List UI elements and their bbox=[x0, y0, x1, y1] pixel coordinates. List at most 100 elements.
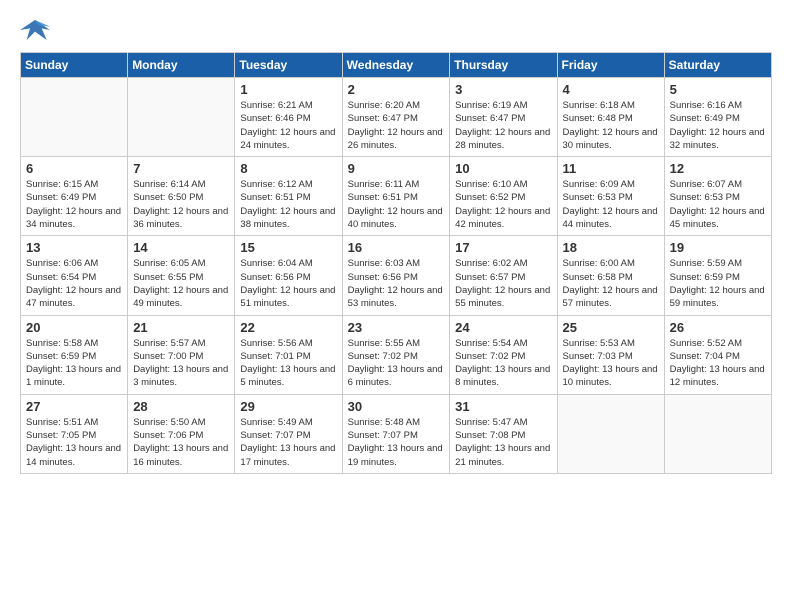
calendar-header-row: SundayMondayTuesdayWednesdayThursdayFrid… bbox=[21, 53, 772, 78]
calendar-cell: 23 Sunrise: 5:55 AMSunset: 7:02 PMDayligh… bbox=[342, 315, 450, 394]
cell-info: Sunrise: 6:19 AMSunset: 6:47 PMDaylight:… bbox=[455, 99, 551, 152]
cell-info: Sunrise: 6:03 AMSunset: 6:56 PMDaylight:… bbox=[348, 257, 445, 310]
day-number: 14 bbox=[133, 240, 229, 255]
calendar-cell: 29 Sunrise: 5:49 AMSunset: 7:07 PMDayligh… bbox=[235, 394, 342, 473]
day-number: 28 bbox=[133, 399, 229, 414]
calendar-cell: 26Sunrise: 5:52 AMSunset: 7:04 PMDayligh… bbox=[664, 315, 771, 394]
cell-info: Sunrise: 5:55 AMSunset: 7:02 PMDaylight:… bbox=[348, 337, 445, 390]
day-number: 9 bbox=[348, 161, 445, 176]
day-number: 31 bbox=[455, 399, 551, 414]
calendar-cell bbox=[664, 394, 771, 473]
calendar-cell: 31 Sunrise: 5:47 AMSunset: 7:08 PMDayligh… bbox=[450, 394, 557, 473]
day-number: 4 bbox=[563, 82, 659, 97]
column-header-wednesday: Wednesday bbox=[342, 53, 450, 78]
cell-info: Sunrise: 6:14 AMSunset: 6:50 PMDaylight:… bbox=[133, 178, 229, 231]
day-number: 5 bbox=[670, 82, 766, 97]
calendar-cell: 11 Sunrise: 6:09 AMSunset: 6:53 PMDayligh… bbox=[557, 157, 664, 236]
day-number: 18 bbox=[563, 240, 659, 255]
header bbox=[20, 16, 772, 44]
cell-info: Sunrise: 6:21 AMSunset: 6:46 PMDaylight:… bbox=[240, 99, 336, 152]
column-header-tuesday: Tuesday bbox=[235, 53, 342, 78]
day-number: 21 bbox=[133, 320, 229, 335]
calendar-cell: 27 Sunrise: 5:51 AMSunset: 7:05 PMDayligh… bbox=[21, 394, 128, 473]
column-header-saturday: Saturday bbox=[664, 53, 771, 78]
cell-info: Sunrise: 5:58 AMSunset: 6:59 PMDaylight:… bbox=[26, 337, 122, 390]
cell-info: Sunrise: 6:02 AMSunset: 6:57 PMDaylight:… bbox=[455, 257, 551, 310]
logo-bird-icon bbox=[20, 16, 50, 44]
calendar-cell: 30 Sunrise: 5:48 AMSunset: 7:07 PMDayligh… bbox=[342, 394, 450, 473]
calendar-cell: 20 Sunrise: 5:58 AMSunset: 6:59 PMDayligh… bbox=[21, 315, 128, 394]
calendar-cell bbox=[21, 78, 128, 157]
calendar-week-row: 13 Sunrise: 6:06 AMSunset: 6:54 PMDayligh… bbox=[21, 236, 772, 315]
calendar-cell: 2 Sunrise: 6:20 AMSunset: 6:47 PMDaylight… bbox=[342, 78, 450, 157]
cell-info: Sunrise: 5:59 AMSunset: 6:59 PMDaylight:… bbox=[670, 257, 766, 310]
calendar-cell: 18 Sunrise: 6:00 AMSunset: 6:58 PMDayligh… bbox=[557, 236, 664, 315]
cell-info: Sunrise: 6:06 AMSunset: 6:54 PMDaylight:… bbox=[26, 257, 122, 310]
calendar-cell: 4 Sunrise: 6:18 AMSunset: 6:48 PMDaylight… bbox=[557, 78, 664, 157]
cell-info: Sunrise: 5:53 AMSunset: 7:03 PMDaylight:… bbox=[563, 337, 659, 390]
calendar-cell: 6 Sunrise: 6:15 AMSunset: 6:49 PMDaylight… bbox=[21, 157, 128, 236]
column-header-monday: Monday bbox=[128, 53, 235, 78]
day-number: 6 bbox=[26, 161, 122, 176]
cell-info: Sunrise: 5:50 AMSunset: 7:06 PMDaylight:… bbox=[133, 416, 229, 469]
cell-info: Sunrise: 5:47 AMSunset: 7:08 PMDaylight:… bbox=[455, 416, 551, 469]
cell-info: Sunrise: 5:49 AMSunset: 7:07 PMDaylight:… bbox=[240, 416, 336, 469]
cell-info: Sunrise: 6:04 AMSunset: 6:56 PMDaylight:… bbox=[240, 257, 336, 310]
calendar-cell: 14Sunrise: 6:05 AMSunset: 6:55 PMDayligh… bbox=[128, 236, 235, 315]
day-number: 2 bbox=[348, 82, 445, 97]
cell-info: Sunrise: 5:52 AMSunset: 7:04 PMDaylight:… bbox=[670, 337, 766, 390]
day-number: 23 bbox=[348, 320, 445, 335]
day-number: 7 bbox=[133, 161, 229, 176]
day-number: 17 bbox=[455, 240, 551, 255]
day-number: 19 bbox=[670, 240, 766, 255]
calendar-table: SundayMondayTuesdayWednesdayThursdayFrid… bbox=[20, 52, 772, 474]
calendar-cell: 12Sunrise: 6:07 AMSunset: 6:53 PMDayligh… bbox=[664, 157, 771, 236]
cell-info: Sunrise: 6:18 AMSunset: 6:48 PMDaylight:… bbox=[563, 99, 659, 152]
day-number: 3 bbox=[455, 82, 551, 97]
day-number: 11 bbox=[563, 161, 659, 176]
day-number: 24 bbox=[455, 320, 551, 335]
calendar-cell: 25 Sunrise: 5:53 AMSunset: 7:03 PMDayligh… bbox=[557, 315, 664, 394]
cell-info: Sunrise: 6:09 AMSunset: 6:53 PMDaylight:… bbox=[563, 178, 659, 231]
logo bbox=[20, 16, 54, 44]
calendar-cell: 21Sunrise: 5:57 AMSunset: 7:00 PMDayligh… bbox=[128, 315, 235, 394]
day-number: 16 bbox=[348, 240, 445, 255]
day-number: 20 bbox=[26, 320, 122, 335]
calendar-week-row: 20 Sunrise: 5:58 AMSunset: 6:59 PMDayligh… bbox=[21, 315, 772, 394]
day-number: 22 bbox=[240, 320, 336, 335]
calendar-cell: 17 Sunrise: 6:02 AMSunset: 6:57 PMDayligh… bbox=[450, 236, 557, 315]
cell-info: Sunrise: 5:56 AMSunset: 7:01 PMDaylight:… bbox=[240, 337, 336, 390]
cell-info: Sunrise: 5:54 AMSunset: 7:02 PMDaylight:… bbox=[455, 337, 551, 390]
calendar-cell: 9Sunrise: 6:11 AMSunset: 6:51 PMDaylight… bbox=[342, 157, 450, 236]
calendar-cell: 22 Sunrise: 5:56 AMSunset: 7:01 PMDayligh… bbox=[235, 315, 342, 394]
day-number: 30 bbox=[348, 399, 445, 414]
day-number: 29 bbox=[240, 399, 336, 414]
cell-info: Sunrise: 6:20 AMSunset: 6:47 PMDaylight:… bbox=[348, 99, 445, 152]
cell-info: Sunrise: 6:00 AMSunset: 6:58 PMDaylight:… bbox=[563, 257, 659, 310]
calendar-cell: 24 Sunrise: 5:54 AMSunset: 7:02 PMDayligh… bbox=[450, 315, 557, 394]
calendar-week-row: 27 Sunrise: 5:51 AMSunset: 7:05 PMDayligh… bbox=[21, 394, 772, 473]
calendar-cell: 16 Sunrise: 6:03 AMSunset: 6:56 PMDayligh… bbox=[342, 236, 450, 315]
day-number: 1 bbox=[240, 82, 336, 97]
column-header-sunday: Sunday bbox=[21, 53, 128, 78]
calendar-cell: 10Sunrise: 6:10 AMSunset: 6:52 PMDayligh… bbox=[450, 157, 557, 236]
calendar-cell: 19 Sunrise: 5:59 AMSunset: 6:59 PMDayligh… bbox=[664, 236, 771, 315]
day-number: 8 bbox=[240, 161, 336, 176]
day-number: 27 bbox=[26, 399, 122, 414]
calendar-cell: 1 Sunrise: 6:21 AMSunset: 6:46 PMDaylight… bbox=[235, 78, 342, 157]
calendar-week-row: 6 Sunrise: 6:15 AMSunset: 6:49 PMDaylight… bbox=[21, 157, 772, 236]
calendar-cell bbox=[128, 78, 235, 157]
day-number: 25 bbox=[563, 320, 659, 335]
calendar-cell: 8Sunrise: 6:12 AMSunset: 6:51 PMDaylight… bbox=[235, 157, 342, 236]
day-number: 15 bbox=[240, 240, 336, 255]
cell-info: Sunrise: 6:15 AMSunset: 6:49 PMDaylight:… bbox=[26, 178, 122, 231]
cell-info: Sunrise: 5:48 AMSunset: 7:07 PMDaylight:… bbox=[348, 416, 445, 469]
day-number: 13 bbox=[26, 240, 122, 255]
calendar-cell: 13 Sunrise: 6:06 AMSunset: 6:54 PMDayligh… bbox=[21, 236, 128, 315]
cell-info: Sunrise: 6:16 AMSunset: 6:49 PMDaylight:… bbox=[670, 99, 766, 152]
calendar-cell bbox=[557, 394, 664, 473]
calendar-cell: 28 Sunrise: 5:50 AMSunset: 7:06 PMDayligh… bbox=[128, 394, 235, 473]
calendar-week-row: 1 Sunrise: 6:21 AMSunset: 6:46 PMDaylight… bbox=[21, 78, 772, 157]
cell-info: Sunrise: 6:10 AMSunset: 6:52 PMDaylight:… bbox=[455, 178, 551, 231]
cell-info: Sunrise: 5:51 AMSunset: 7:05 PMDaylight:… bbox=[26, 416, 122, 469]
